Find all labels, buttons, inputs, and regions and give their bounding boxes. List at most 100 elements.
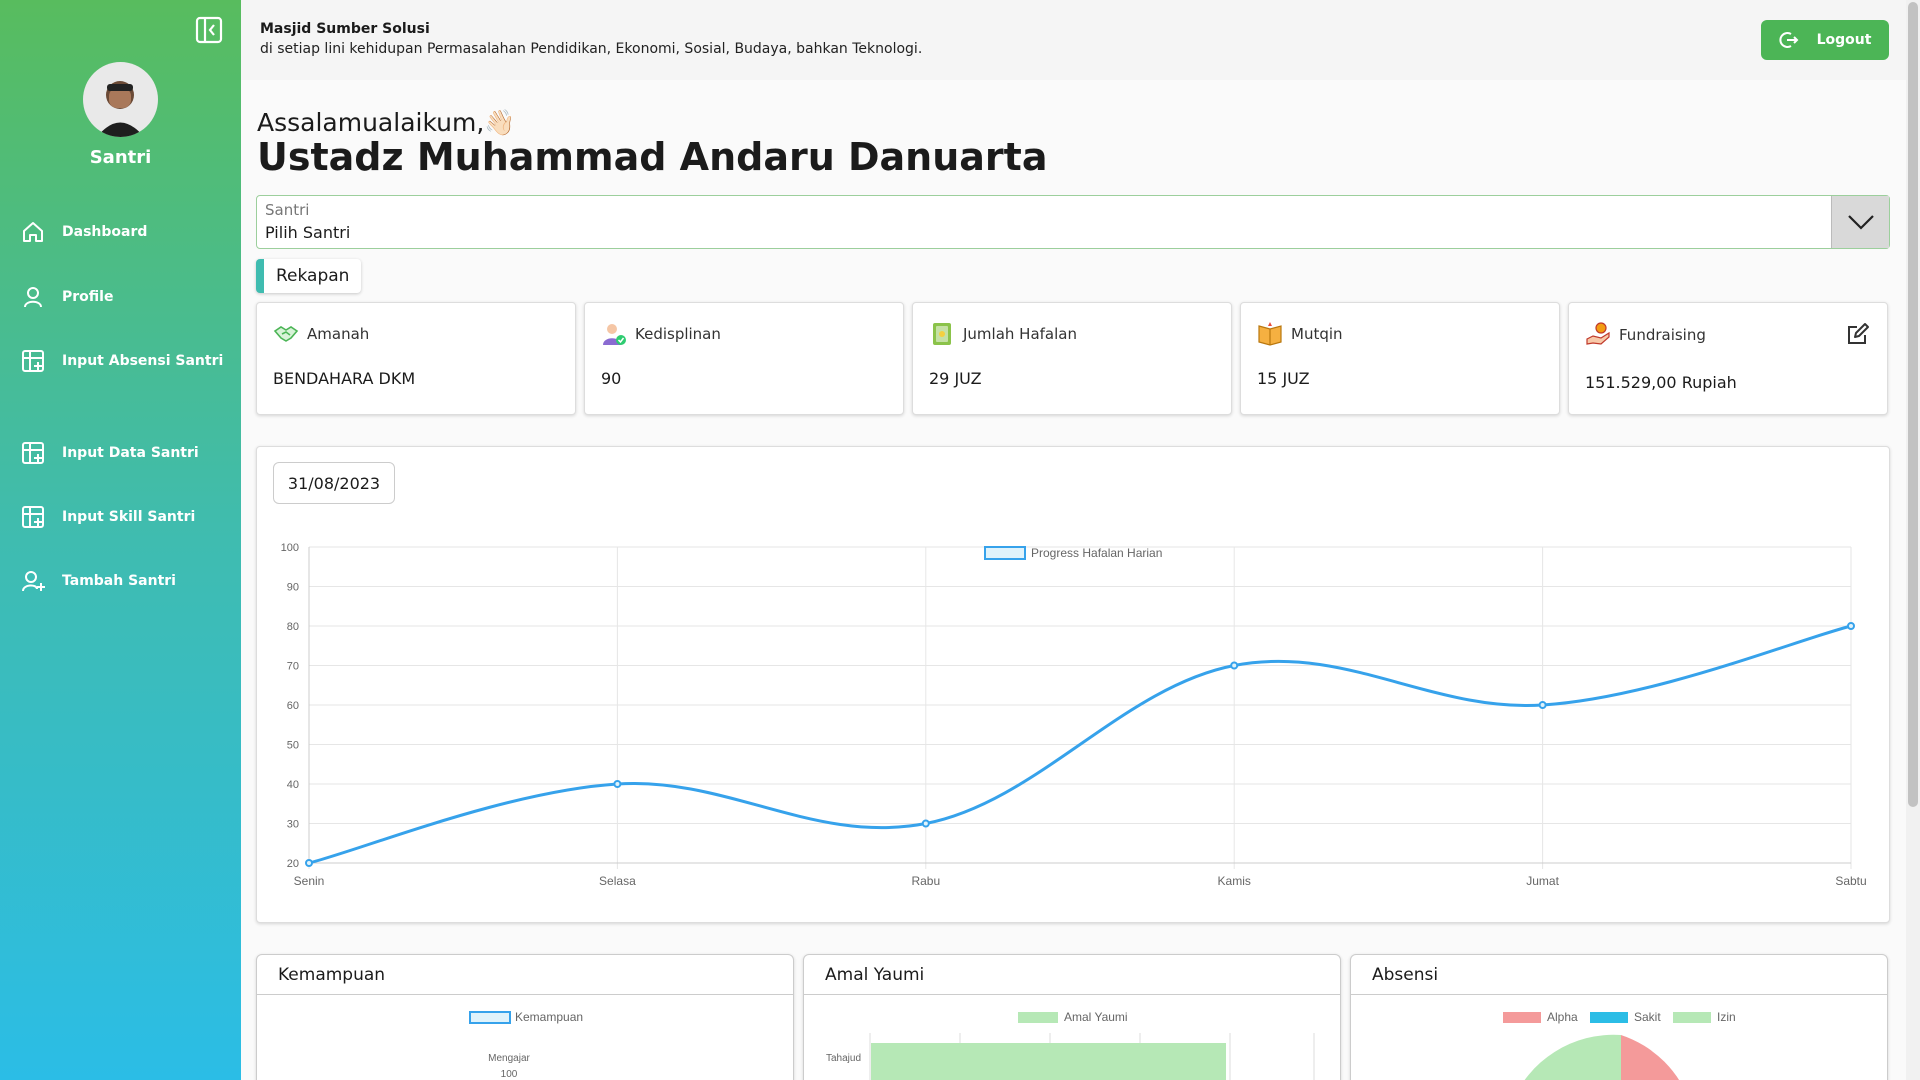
x-tick-label: Rabu xyxy=(911,874,940,888)
avatar xyxy=(83,62,158,137)
rekapan-tab[interactable]: Rekapan xyxy=(256,259,361,293)
legend-label: Izin xyxy=(1717,1010,1736,1024)
x-tick-label: Selasa xyxy=(599,874,636,888)
scrollbar-thumb[interactable] xyxy=(1908,2,1918,807)
home-icon xyxy=(23,222,43,242)
amal-yaumi-panel: Amal Yaumi Amal Yaumi Tahajud xyxy=(803,954,1341,1080)
date-input[interactable]: 31/08/2023 xyxy=(273,462,395,504)
amal-yaumi-chart: Amal Yaumi Tahajud xyxy=(826,1010,1315,1080)
org-tagline: di setiap lini kehidupan Permasalahan Pe… xyxy=(260,41,923,57)
y-tick-label: 40 xyxy=(287,779,299,791)
data-point xyxy=(305,859,313,867)
sidebar-item-label: Profile xyxy=(62,289,114,305)
absensi-chart: Alpha Sakit Izin xyxy=(1503,1010,1736,1080)
card-jumlah-hafalan: Jumlah Hafalan 29 JUZ xyxy=(912,302,1232,415)
x-tick-label: Senin xyxy=(294,874,325,888)
y-tick-label: 30 xyxy=(287,819,299,831)
legend-swatch xyxy=(1018,1012,1058,1023)
card-title: Fundraising xyxy=(1619,326,1706,344)
table-add-icon xyxy=(22,506,44,528)
y-tick-label: 80 xyxy=(287,621,299,633)
santri-select[interactable]: Santri Pilih Santri xyxy=(256,195,1890,249)
x-tick-label: Jumat xyxy=(1526,874,1559,888)
table-add-icon xyxy=(22,442,44,464)
data-point xyxy=(1538,701,1547,709)
donation-hand-icon xyxy=(1586,322,1610,345)
teacher-name: Ustadz Muhammad Andaru Danuarta xyxy=(257,135,1048,179)
card-fundraising: Fundraising 151.529,00 Rupiah xyxy=(1568,302,1888,415)
y-tick-label: 90 xyxy=(287,582,299,594)
kemampuan-chart: Kemampuan Mengajar 100 xyxy=(469,1010,583,1080)
card-mutqin: Mutqin 15 JUZ xyxy=(1240,302,1560,415)
card-title: Amanah xyxy=(307,325,370,343)
data-point xyxy=(1230,661,1239,670)
y-tick-label: 100 xyxy=(281,542,299,554)
card-title: Kedisplinan xyxy=(635,325,721,343)
edit-icon[interactable] xyxy=(1845,321,1871,347)
sidebar-item-input-data-santri[interactable]: Input Data Santri xyxy=(20,436,199,470)
legend-swatch-izin xyxy=(1673,1012,1711,1023)
chevron-down-icon[interactable] xyxy=(1831,196,1889,248)
radar-axis-label: Mengajar xyxy=(488,1053,530,1064)
kemampuan-panel: Kemampuan Kemampuan Mengajar 100 xyxy=(256,954,794,1080)
sidebar-item-input-absensi-santri[interactable]: Input Absensi Santri xyxy=(20,344,223,378)
santri-select-value: Pilih Santri xyxy=(265,223,351,242)
card-kedisplinan: Kedisplinan 90 xyxy=(584,302,904,415)
sidebar-item-tambah-santri[interactable]: Tambah Santri xyxy=(20,564,176,598)
sidebar-item-label: Input Absensi Santri xyxy=(62,353,224,369)
panel-title: Amal Yaumi xyxy=(804,955,1340,995)
sidebar-item-profile[interactable]: Profile xyxy=(20,280,113,314)
pie-slice-izin xyxy=(1524,1034,1621,1080)
logout-icon xyxy=(1778,32,1798,48)
y-tick-label: 60 xyxy=(287,700,299,712)
open-book-icon xyxy=(1258,322,1282,346)
logout-label: Logout xyxy=(1816,32,1872,48)
legend-label: Kemampuan xyxy=(515,1010,583,1024)
card-title: Mutqin xyxy=(1291,325,1343,343)
panel-title: Absensi xyxy=(1351,955,1887,995)
sidebar-item-input-skill-santri[interactable]: Input Skill Santri xyxy=(20,500,195,534)
logout-button[interactable]: Logout xyxy=(1761,20,1889,60)
card-value: 15 JUZ xyxy=(1257,369,1310,388)
quran-book-icon xyxy=(933,323,951,345)
x-tick-label: Sabtu xyxy=(1835,874,1866,888)
legend-swatch xyxy=(469,1011,511,1024)
x-tick-label: Kamis xyxy=(1218,874,1251,888)
legend-swatch xyxy=(984,546,1026,560)
legend-swatch-alpha xyxy=(1503,1012,1541,1023)
org-name: Masjid Sumber Solusi xyxy=(260,21,430,37)
pie-slice-alpha xyxy=(1621,1035,1680,1080)
data-point xyxy=(921,819,930,828)
y-tick-label: 70 xyxy=(287,661,299,673)
data-point xyxy=(1847,622,1855,630)
sidebar-item-label: Dashboard xyxy=(62,224,148,240)
card-value: 151.529,00 Rupiah xyxy=(1585,373,1737,392)
handshake-icon xyxy=(273,326,299,342)
card-amanah: Amanah BENDAHARA DKM xyxy=(256,302,576,415)
sidebar-item-label: Input Skill Santri xyxy=(62,509,196,525)
legend-label: Amal Yaumi xyxy=(1064,1010,1128,1024)
card-value: BENDAHARA DKM xyxy=(273,369,416,388)
y-tick-label: 20 xyxy=(287,858,299,870)
y-tick-label: 50 xyxy=(287,740,299,752)
user-role: Santri xyxy=(89,147,152,168)
bar-tahajud xyxy=(871,1043,1226,1080)
table-add-icon xyxy=(22,350,44,372)
collapse-sidebar-icon[interactable] xyxy=(195,16,223,44)
hafalan-chart-panel: 31/08/2023 100 90 80 70 60 50 40 30 20 Senin Selas… xyxy=(256,446,1890,923)
panel-title: Kemampuan xyxy=(257,955,793,995)
user-icon xyxy=(24,287,42,308)
greeting-salutation: Assalamualaikum,👋🏻 xyxy=(257,108,516,137)
sidebar: Santri Dashboard Profile Input Absensi S… xyxy=(0,0,241,1080)
data-point xyxy=(613,780,622,788)
legend-swatch-sakit xyxy=(1590,1012,1628,1023)
sidebar-item-label: Input Data Santri xyxy=(62,445,199,461)
card-title: Jumlah Hafalan xyxy=(963,325,1077,343)
legend-label: Alpha xyxy=(1547,1010,1578,1024)
legend-label: Sakit xyxy=(1634,1010,1661,1024)
person-check-icon xyxy=(603,324,626,345)
bar-category-label: Tahajud xyxy=(826,1053,861,1064)
sidebar-item-dashboard[interactable]: Dashboard xyxy=(20,215,147,249)
sidebar-item-label: Tambah Santri xyxy=(62,573,176,589)
card-value: 29 JUZ xyxy=(929,369,982,388)
